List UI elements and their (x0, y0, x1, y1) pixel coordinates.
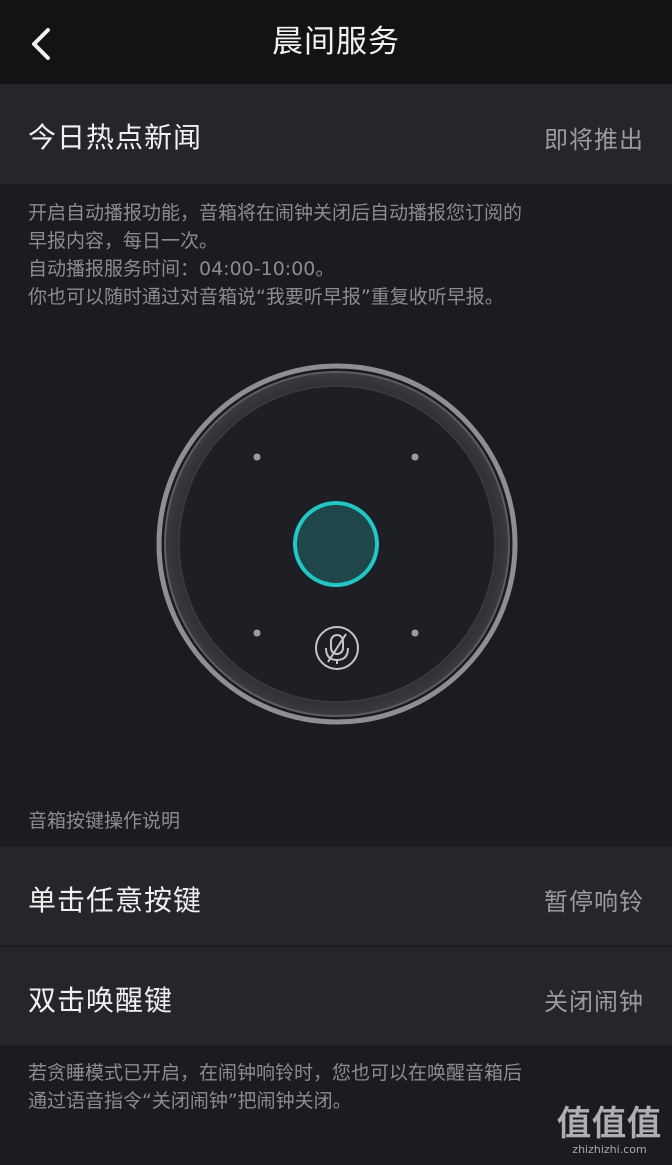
single-click-row[interactable]: 单击任意按键 暂停响铃 (0, 847, 672, 945)
page-title: 晨间服务 (272, 24, 400, 60)
double-click-label: 双击唤醒键 (28, 984, 174, 1017)
speaker-dot (253, 453, 261, 461)
speaker-dot (411, 629, 419, 637)
hot-news-row[interactable]: 今日热点新闻 即将推出 (0, 84, 672, 184)
speaker-top-graphic (156, 363, 518, 725)
hot-news-status: 即将推出 (544, 126, 644, 154)
double-click-action: 关闭闹钟 (544, 988, 644, 1016)
speaker-dot (411, 453, 419, 461)
chevron-left-icon (32, 28, 50, 60)
auto-broadcast-description: 开启自动播报功能，音箱将在闹钟关闭后自动播报您订阅的 早报内容，每日一次。 自动… (28, 199, 658, 311)
description-line: 早报内容，每日一次。 (28, 230, 219, 252)
watermark-url: zhizhizhi.com (572, 1143, 647, 1156)
speaker-dot (253, 629, 261, 637)
description-line: 你也可以随时通过对音箱说“我要听早报”重复收听早报。 (28, 286, 504, 308)
button-ops-caption: 音箱按键操作说明 (28, 810, 181, 832)
single-click-action: 暂停响铃 (544, 888, 644, 916)
back-button[interactable] (22, 22, 62, 66)
wake-button-indicator (293, 501, 379, 587)
note-line: 若贪睡模式已开启，在闹钟响铃时，您也可以在唤醒音箱后 (28, 1062, 523, 1084)
single-click-label: 单击任意按键 (28, 884, 203, 917)
hot-news-label: 今日热点新闻 (28, 121, 203, 154)
description-line: 开启自动播报功能，音箱将在闹钟关闭后自动播报您订阅的 (28, 202, 523, 224)
speaker-illustration (155, 362, 519, 726)
description-line: 自动播报服务时间：04:00-10:00。 (28, 258, 335, 280)
nav-bar: 晨间服务 (0, 0, 672, 84)
double-click-row[interactable]: 双击唤醒键 关闭闹钟 (0, 947, 672, 1045)
watermark: 值值值 zhizhizhi.com (557, 1105, 662, 1157)
watermark-logo: 值值值 (557, 1104, 662, 1144)
